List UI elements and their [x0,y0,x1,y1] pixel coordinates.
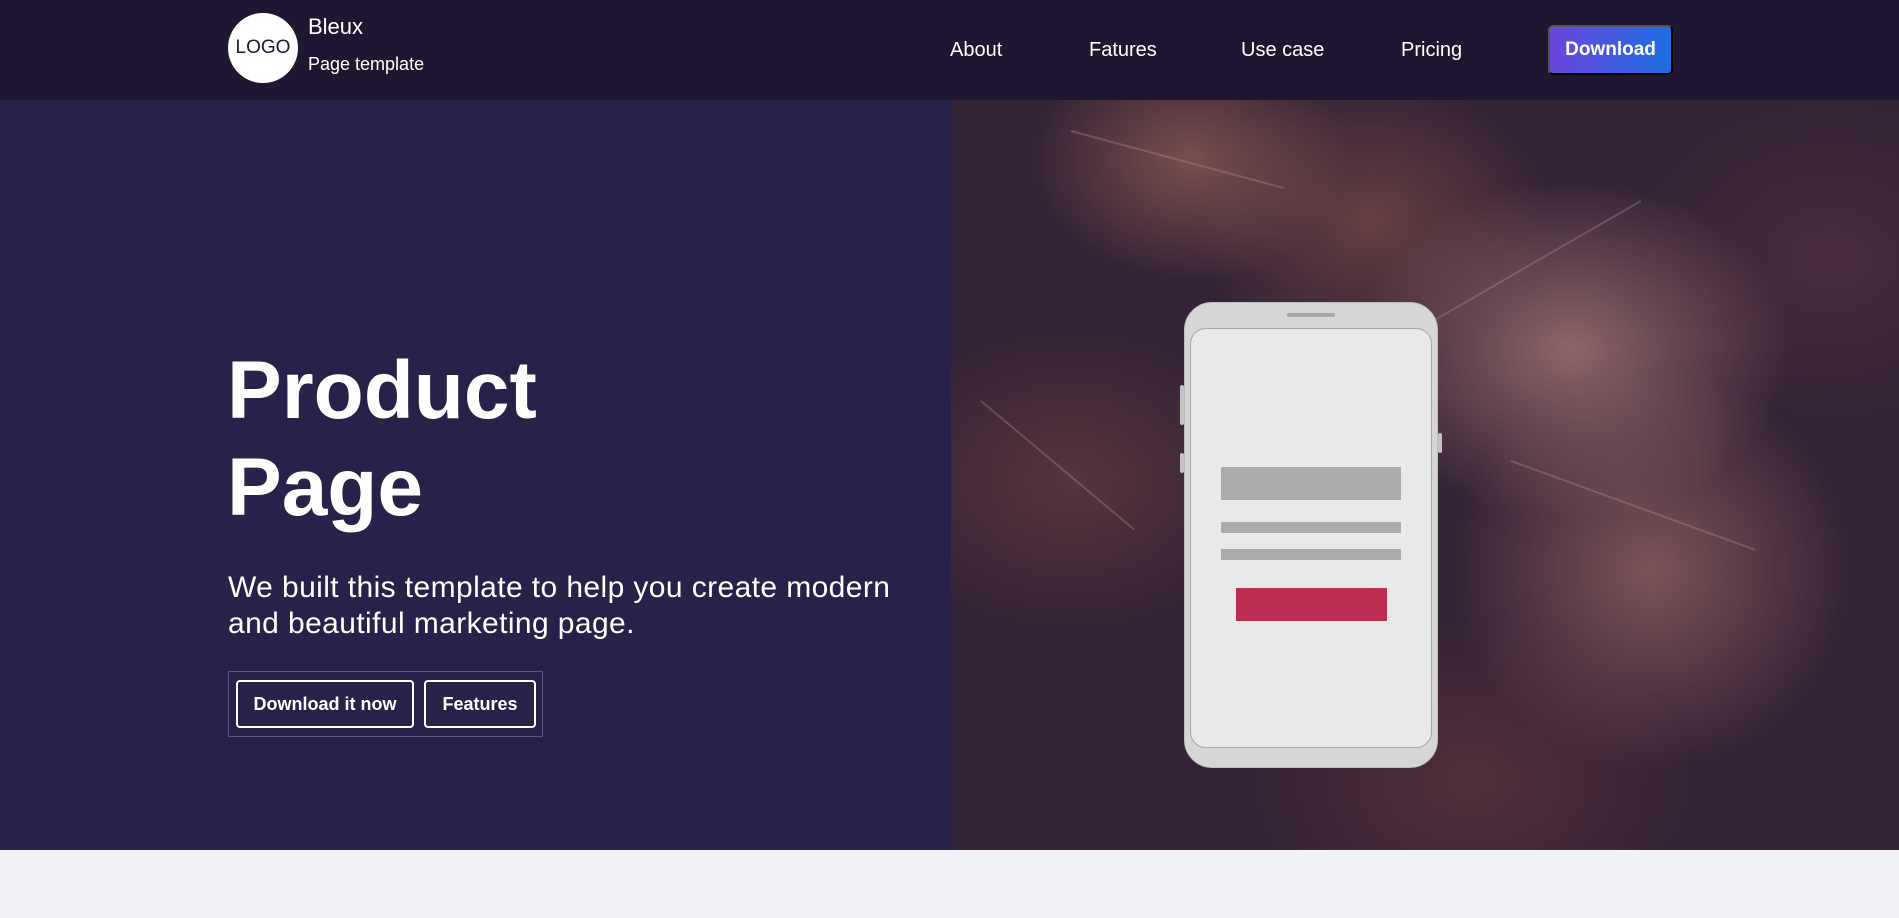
hero-image [951,100,1899,850]
phone-mockup [1180,302,1442,768]
mockup-text-line [1221,549,1401,560]
phone-side-button [1180,385,1184,425]
hero-title: Product Page [227,342,827,536]
nav-link-use-case[interactable]: Use case [1241,39,1324,62]
mockup-text-line [1221,522,1401,533]
download-it-now-button[interactable]: Download it now [236,680,414,728]
download-button[interactable]: Download [1548,25,1673,75]
next-section [0,850,1899,918]
nav-link-about[interactable]: About [950,39,1002,62]
hero-title-line-2: Page [227,442,423,533]
logo-text: LOGO [235,37,291,58]
phone-speaker [1287,313,1335,317]
nav-link-features[interactable]: Fatures [1089,39,1157,62]
mockup-heading-block [1221,467,1401,500]
phone-side-button [1438,433,1442,453]
brand-name: Bleux [308,14,364,39]
features-button[interactable]: Features [424,680,536,728]
hero-subtitle: We built this template to help you creat… [228,571,891,640]
nav-link-pricing[interactable]: Pricing [1401,39,1462,62]
top-navbar: LOGO Bleux Page template About Fatures U… [0,0,1899,100]
phone-side-button [1180,453,1184,473]
hero-title-line-1: Product [227,345,537,436]
phone-screen [1190,328,1432,748]
logo[interactable]: LOGO [228,13,298,83]
hero-button-group: Download it now Features [228,671,543,737]
mockup-cta-block [1236,588,1387,621]
brand-tagline: Page template [308,54,425,74]
